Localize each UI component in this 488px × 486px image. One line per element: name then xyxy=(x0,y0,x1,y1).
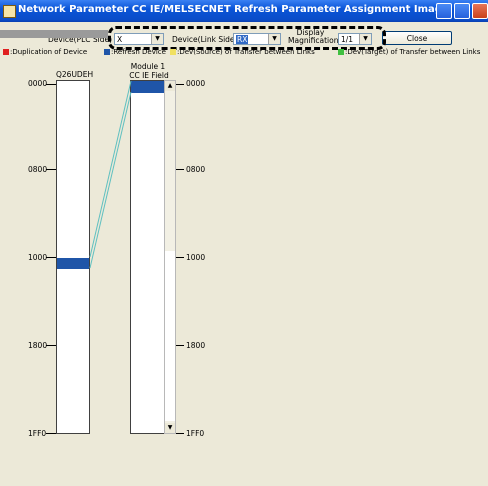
mapping-line-top xyxy=(89,80,132,258)
refresh-mapping-lines xyxy=(89,80,132,269)
mapping-line-bottom xyxy=(89,91,132,269)
